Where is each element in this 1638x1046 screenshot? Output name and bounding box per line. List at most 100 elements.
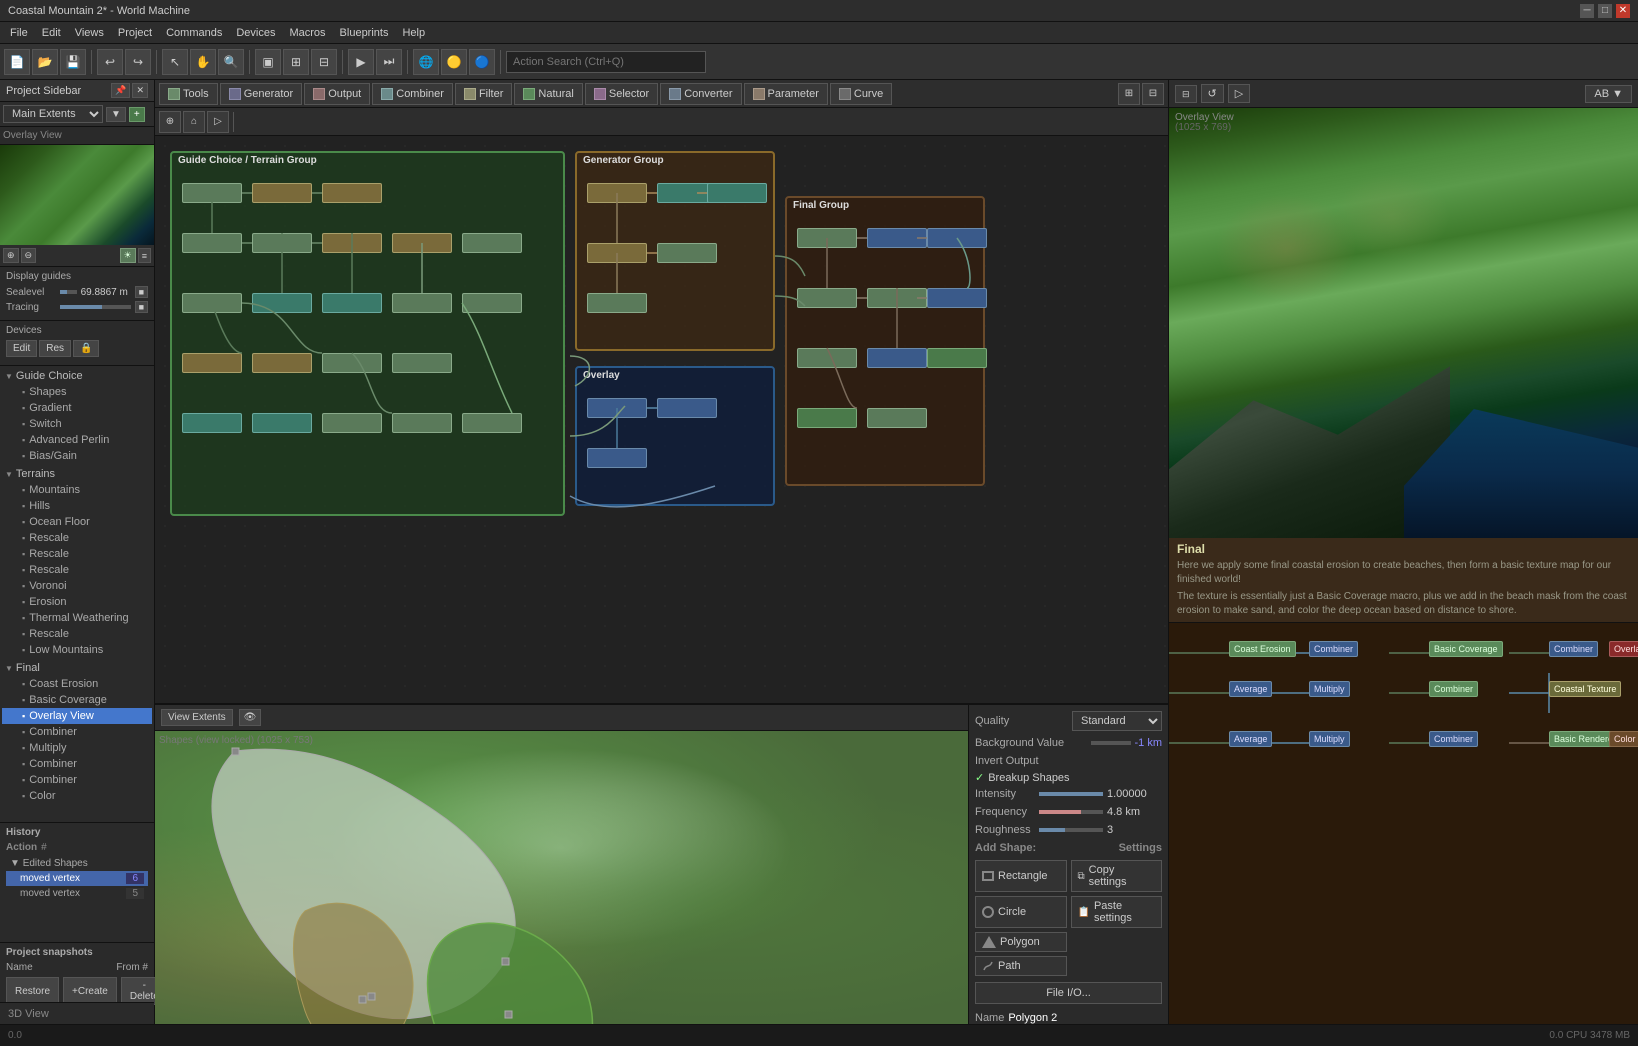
overlay-view-button[interactable]: ⊟	[1175, 85, 1197, 103]
layout-3-button[interactable]: ⊟	[311, 49, 337, 75]
mini-node-brown-2[interactable]	[867, 228, 927, 248]
sidebar-ctrl-2[interactable]: ⊖	[21, 248, 37, 263]
sidebar-ctrl-3[interactable]: ☀	[120, 248, 136, 263]
tree-item-biasgain[interactable]: ▪Bias/Gain	[2, 448, 152, 464]
mini-node-14[interactable]	[182, 353, 242, 373]
tree-item-low-mountains[interactable]: ▪Low Mountains	[2, 642, 152, 658]
layout-2-button[interactable]: ⊞	[283, 49, 309, 75]
mini-node-brown-11[interactable]	[867, 408, 927, 428]
mini-node-brown-10[interactable]	[797, 408, 857, 428]
redo-button[interactable]: ↪	[125, 49, 151, 75]
intensity-slider[interactable]	[1039, 792, 1103, 796]
fn-combiner-2[interactable]: Combiner	[1549, 641, 1598, 657]
layout-collapse-button[interactable]: ⊟	[1142, 83, 1164, 105]
shapes-eye-button[interactable]: 👁	[239, 709, 262, 726]
mini-node-19[interactable]	[252, 413, 312, 433]
tab-output[interactable]: Output	[304, 83, 370, 105]
terrain-viewport[interactable]: Overlay View (1025 x 769)	[1169, 108, 1638, 538]
new-button[interactable]: 📄	[4, 49, 30, 75]
mini-node-2[interactable]	[252, 183, 312, 203]
circle-button[interactable]: Circle	[975, 896, 1067, 928]
mini-node-17[interactable]	[392, 353, 452, 373]
tree-item-gradient[interactable]: ▪Gradient	[2, 400, 152, 416]
mini-node-13[interactable]	[462, 293, 522, 313]
tree-item-rescale-3[interactable]: ▪Rescale	[2, 562, 152, 578]
close-button[interactable]: ✕	[1616, 4, 1630, 18]
tree-item-thermal[interactable]: ▪Thermal Weathering	[2, 610, 152, 626]
mini-node-8[interactable]	[462, 233, 522, 253]
rectangle-button[interactable]: Rectangle	[975, 860, 1067, 892]
mini-node-brown-5[interactable]	[867, 288, 927, 308]
fn-multiply[interactable]: Multiply	[1309, 681, 1350, 697]
fn-average-2[interactable]: Average	[1229, 731, 1272, 747]
render-button[interactable]: 🌐	[413, 49, 439, 75]
bg-value-slider[interactable]	[1091, 741, 1131, 745]
mini-node-20[interactable]	[322, 413, 382, 433]
mini-node-blue-1[interactable]	[587, 398, 647, 418]
menu-commands[interactable]: Commands	[160, 25, 228, 41]
menu-file[interactable]: File	[4, 25, 34, 41]
open-button[interactable]: 📂	[32, 49, 58, 75]
mini-node-brown-1[interactable]	[797, 228, 857, 248]
render3-button[interactable]: 🔵	[469, 49, 495, 75]
mini-node-blue-3[interactable]	[587, 448, 647, 468]
fn-multiply-2[interactable]: Multiply	[1309, 731, 1350, 747]
restore-button[interactable]: Restore	[6, 977, 59, 1005]
lock-button[interactable]: 🔒	[73, 340, 99, 357]
sidebar-pin-button[interactable]: 📌	[111, 83, 130, 98]
sidebar-add-button[interactable]: +	[129, 107, 145, 122]
mini-node-22[interactable]	[462, 413, 522, 433]
mini-node-gen-5[interactable]	[657, 243, 717, 263]
frequency-slider[interactable]	[1039, 810, 1103, 814]
menu-devices[interactable]: Devices	[230, 25, 281, 41]
mini-node-brown-4[interactable]	[797, 288, 857, 308]
fn-combiner-3[interactable]: Combiner	[1429, 681, 1478, 697]
mini-node-5[interactable]	[252, 233, 312, 253]
sidebar-ctrl-1[interactable]: ⊕	[3, 248, 19, 263]
mini-node-3[interactable]	[322, 183, 382, 203]
build-button[interactable]: ▶	[348, 49, 374, 75]
tree-item-overlay-view[interactable]: ▪Overlay View	[2, 708, 152, 724]
menu-edit[interactable]: Edit	[36, 25, 67, 41]
mini-node-18[interactable]	[182, 413, 242, 433]
mini-node-brown-8[interactable]	[867, 348, 927, 368]
tree-item-shapes[interactable]: ▪Shapes	[2, 384, 152, 400]
zoom-button[interactable]: 🔍	[218, 49, 244, 75]
sidebar-options-button[interactable]: ▼	[106, 107, 126, 122]
tree-item-rescale-4[interactable]: ▪Rescale	[2, 626, 152, 642]
mini-node-15[interactable]	[252, 353, 312, 373]
tree-item-ocean-floor[interactable]: ▪Ocean Floor	[2, 514, 152, 530]
tree-item-basic-coverage[interactable]: ▪Basic Coverage	[2, 692, 152, 708]
tree-item-combiner-2[interactable]: ▪Combiner	[2, 756, 152, 772]
fn-average[interactable]: Average	[1229, 681, 1272, 697]
overlay-render-button[interactable]: ▷	[1228, 84, 1250, 103]
tree-group-header-final[interactable]: ▼ Final	[2, 660, 152, 676]
tracing-slider[interactable]	[60, 305, 131, 309]
tree-item-combiner-1[interactable]: ▪Combiner	[2, 724, 152, 740]
action-search-input[interactable]	[506, 51, 706, 73]
mini-node-gen-1[interactable]	[587, 183, 647, 203]
menu-macros[interactable]: Macros	[283, 25, 331, 41]
view-extents-button[interactable]: View Extents	[161, 709, 233, 726]
pan-button[interactable]: ✋	[190, 49, 216, 75]
tab-curve[interactable]: Curve	[830, 83, 892, 105]
mini-node-blue-2[interactable]	[657, 398, 717, 418]
overlay-refresh-button[interactable]: ↺	[1201, 84, 1224, 103]
mini-node-11[interactable]	[322, 293, 382, 313]
res-button[interactable]: Res	[39, 340, 71, 357]
layout-1-button[interactable]: ▣	[255, 49, 281, 75]
tree-item-mountains[interactable]: ▪Mountains	[2, 482, 152, 498]
history-item-1[interactable]: moved vertex 6	[6, 871, 148, 886]
history-item-2[interactable]: moved vertex 5	[6, 886, 148, 901]
breakup-shapes-label[interactable]: Breakup Shapes	[988, 772, 1069, 784]
tab-generator[interactable]: Generator	[220, 83, 303, 105]
tab-selector[interactable]: Selector	[585, 83, 658, 105]
maximize-button[interactable]: □	[1598, 4, 1612, 18]
tree-item-advanced-perlin[interactable]: ▪Advanced Perlin	[2, 432, 152, 448]
tree-group-header-terrains[interactable]: ▼ Terrains	[2, 466, 152, 482]
mini-node-16[interactable]	[322, 353, 382, 373]
quality-dropdown[interactable]: Standard	[1072, 711, 1162, 731]
menu-project[interactable]: Project	[112, 25, 158, 41]
tree-item-erosion[interactable]: ▪Erosion	[2, 594, 152, 610]
fn-combiner-1[interactable]: Combiner	[1309, 641, 1358, 657]
